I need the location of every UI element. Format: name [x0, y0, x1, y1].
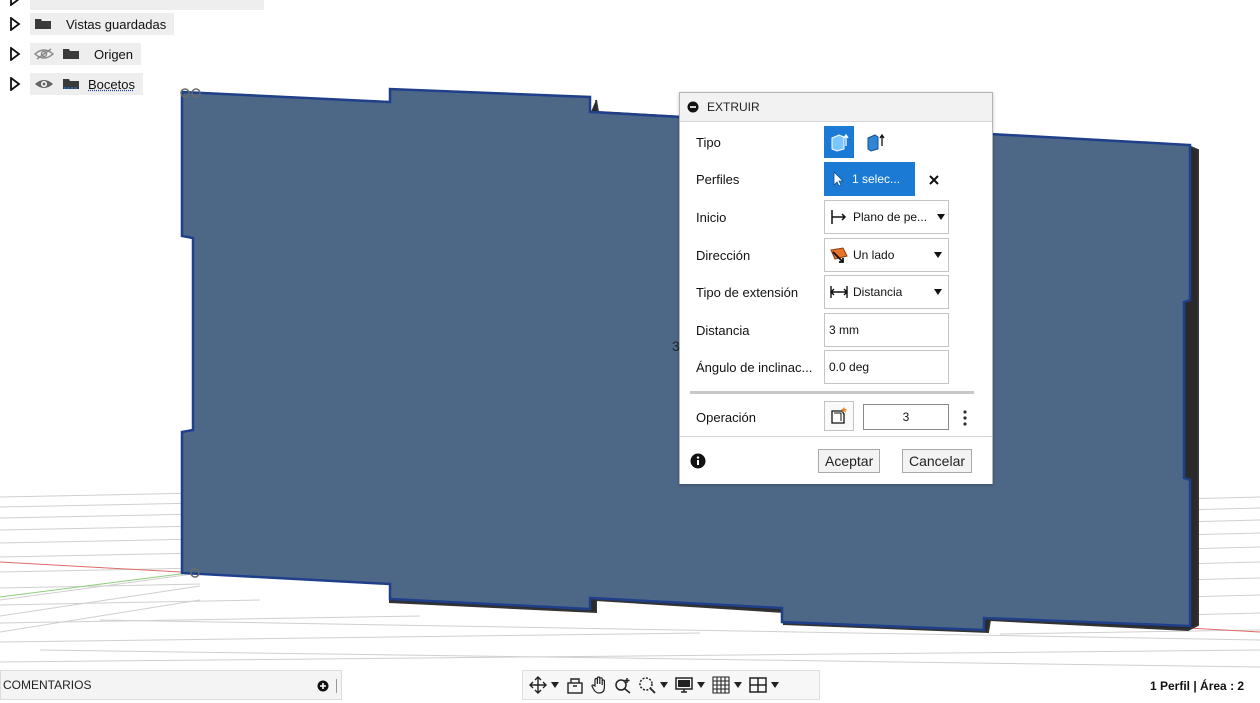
inicio-dropdown[interactable]: Plano de pe... [824, 200, 949, 234]
operation-value-input[interactable] [863, 404, 949, 430]
dropdown-arrow-icon [934, 289, 942, 295]
pan-button[interactable] [588, 675, 610, 695]
row-operacion: Operación [680, 399, 992, 435]
thin-extrude-icon [867, 133, 885, 152]
extrude-thin-button[interactable] [860, 126, 890, 158]
viewports-icon [749, 677, 767, 693]
distancia-label: Distancia [696, 323, 750, 338]
distancia-input[interactable] [824, 313, 949, 347]
expand-arrow-icon[interactable] [8, 77, 22, 91]
extrude-solid-button[interactable] [824, 126, 854, 158]
operacion-label: Operación [696, 410, 756, 425]
accept-button[interactable]: Aceptar [818, 449, 881, 473]
clear-selection-icon[interactable] [928, 174, 940, 186]
direccion-dropdown[interactable]: Un lado [824, 238, 949, 272]
dropdown-arrow-icon [934, 252, 942, 258]
zoom-window-icon [639, 677, 656, 694]
folder-icon [63, 49, 79, 59]
extrude-dialog[interactable]: EXTRUIR Tipo Perfiles 1 selec... Inicio … [679, 92, 993, 484]
dialog-title: EXTRUIR [707, 100, 760, 114]
solid-extrude-icon [831, 133, 849, 152]
grid-snap-button[interactable] [710, 675, 732, 695]
display-settings-icon [675, 677, 693, 693]
zoom-button[interactable] [612, 675, 634, 695]
expand-arrow-icon[interactable] [8, 0, 22, 6]
folder-icon [35, 19, 51, 29]
panel-grip[interactable] [336, 679, 337, 693]
tree-item-label: Bocetos [88, 76, 135, 92]
one-side-direction-icon [830, 247, 848, 263]
tree-item-bocetos[interactable]: Bocetos [0, 73, 143, 95]
eye-icon[interactable] [34, 78, 54, 90]
dropdown-arrow-icon[interactable] [551, 682, 559, 688]
row-angulo: Ángulo de inclinac... [680, 349, 992, 385]
angulo-input[interactable] [824, 350, 949, 384]
perfiles-label: Perfiles [696, 172, 740, 187]
expand-arrow-icon[interactable] [8, 47, 22, 61]
zoom-window-button[interactable] [636, 675, 658, 695]
orbit-icon [529, 676, 547, 694]
row-distancia: Distancia [680, 312, 992, 348]
orbit-button[interactable] [527, 675, 549, 695]
tree-item-label: Origen [94, 46, 134, 62]
tree-item-label: Vistas guardadas [66, 16, 167, 32]
dropdown-arrow-icon[interactable] [771, 682, 779, 688]
tipo-extension-dropdown[interactable]: Distancia [824, 275, 949, 309]
add-comment-icon[interactable] [317, 680, 329, 692]
row-perfiles: Perfiles 1 selec... [680, 161, 992, 197]
look-at-button[interactable] [564, 675, 586, 695]
tree-item-origen[interactable]: Origen [0, 43, 142, 65]
row-tipo: Tipo [680, 124, 992, 160]
row-tipo-extension: Tipo de extensión Distancia [680, 274, 992, 310]
expand-arrow-icon[interactable] [8, 17, 22, 31]
profile-plane-icon [831, 210, 847, 224]
profiles-select-value: 1 selec... [852, 172, 901, 186]
tree-item-vistas-guardadas[interactable]: Vistas guardadas [0, 13, 175, 35]
selection-status: 1 Perfil | Área : 2 [1150, 679, 1245, 693]
eye-hidden-icon[interactable] [34, 48, 54, 60]
collapse-icon[interactable] [687, 101, 699, 113]
navigation-toolbar [522, 670, 820, 700]
viewports-button[interactable] [747, 675, 769, 695]
sketch-folder-icon [63, 79, 79, 89]
tipo-label: Tipo [696, 135, 721, 150]
dropdown-arrow-icon [937, 214, 945, 220]
inicio-label: Inicio [696, 210, 727, 225]
direccion-label: Dirección [696, 248, 751, 263]
new-body-icon [831, 407, 847, 424]
pan-hand-icon [591, 676, 605, 694]
comments-panel[interactable]: COMENTARIOS [0, 670, 342, 700]
tree-row-partial [0, 0, 264, 10]
cancel-button[interactable]: Cancelar [902, 449, 973, 473]
inicio-value: Plano de pe... [853, 210, 928, 224]
operation-dropdown[interactable] [824, 401, 854, 431]
more-options-icon[interactable] [962, 410, 968, 426]
profiles-select-button[interactable]: 1 selec... [824, 162, 915, 196]
comments-label: COMENTARIOS [3, 678, 92, 692]
row-direccion: Dirección Un lado [680, 237, 992, 273]
zoom-icon [615, 678, 631, 694]
tipo-extension-value: Distancia [853, 285, 903, 299]
direccion-value: Un lado [853, 248, 895, 262]
angulo-label: Ángulo de inclinac... [696, 360, 813, 375]
dropdown-arrow-icon[interactable] [734, 682, 742, 688]
dialog-footer: Aceptar Cancelar [680, 436, 992, 484]
section-divider [690, 391, 974, 394]
canvas-viewport[interactable]: 3 [0, 0, 1260, 703]
dropdown-arrow-icon[interactable] [660, 682, 668, 688]
display-settings-button[interactable] [673, 675, 695, 695]
dialog-header[interactable]: EXTRUIR [680, 93, 992, 122]
row-inicio: Inicio Plano de pe... [680, 199, 992, 235]
look-at-icon [567, 678, 583, 694]
tipo-extension-label: Tipo de extensión [696, 285, 799, 300]
grid-icon [712, 676, 730, 694]
cursor-select-icon [833, 171, 844, 187]
dropdown-arrow-icon[interactable] [697, 682, 705, 688]
distance-icon [830, 286, 848, 298]
bottom-bar: COMENTARIOS 1 Perfil | Área: 2 [0, 670, 1260, 703]
info-icon[interactable] [690, 453, 706, 469]
